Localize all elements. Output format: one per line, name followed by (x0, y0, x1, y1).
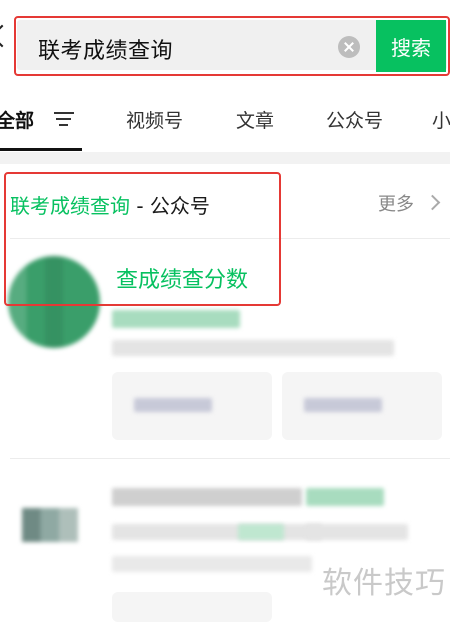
section-title-suffix: - 公众号 (130, 194, 210, 218)
account-avatar[interactable] (22, 508, 78, 542)
section-title: 联考成绩查询 - 公众号 (10, 190, 210, 219)
divider (10, 238, 450, 239)
tab-official-accounts[interactable]: 公众号 (326, 106, 383, 133)
blurred-description (112, 524, 322, 540)
active-tab-indicator (0, 148, 82, 151)
tab-articles[interactable]: 文章 (236, 106, 274, 133)
chevron-right-icon[interactable] (424, 194, 441, 211)
article-card[interactable] (112, 592, 272, 622)
tab-all[interactable]: 全部 (0, 106, 34, 133)
section-title-keyword: 联考成绩查询 (10, 194, 130, 218)
more-link[interactable]: 更多 (378, 190, 414, 216)
tab-channels[interactable]: 视频号 (126, 106, 183, 133)
search-button[interactable]: 搜索 (376, 20, 446, 72)
blurred-keyword (306, 488, 384, 506)
filter-icon[interactable] (54, 112, 74, 126)
divider (10, 458, 450, 459)
blurred-card-text (304, 398, 382, 412)
back-chevron-icon[interactable] (0, 24, 14, 48)
blurred-description (306, 524, 408, 540)
blurred-account-name (112, 488, 302, 506)
blurred-description (112, 340, 394, 356)
blurred-card-text (134, 398, 212, 412)
clear-icon[interactable] (338, 36, 360, 58)
account-avatar[interactable] (8, 256, 100, 348)
section-separator (0, 152, 450, 164)
tab-mini-programs[interactable]: 小 (432, 106, 450, 133)
search-query-text[interactable]: 联考成绩查询 (38, 33, 173, 65)
result-link[interactable]: 查成绩查分数 (116, 262, 248, 294)
watermark: 软件技巧 (322, 566, 446, 601)
blurred-description (112, 556, 312, 572)
blurred-account-name (112, 310, 240, 328)
blurred-keyword (238, 524, 284, 540)
